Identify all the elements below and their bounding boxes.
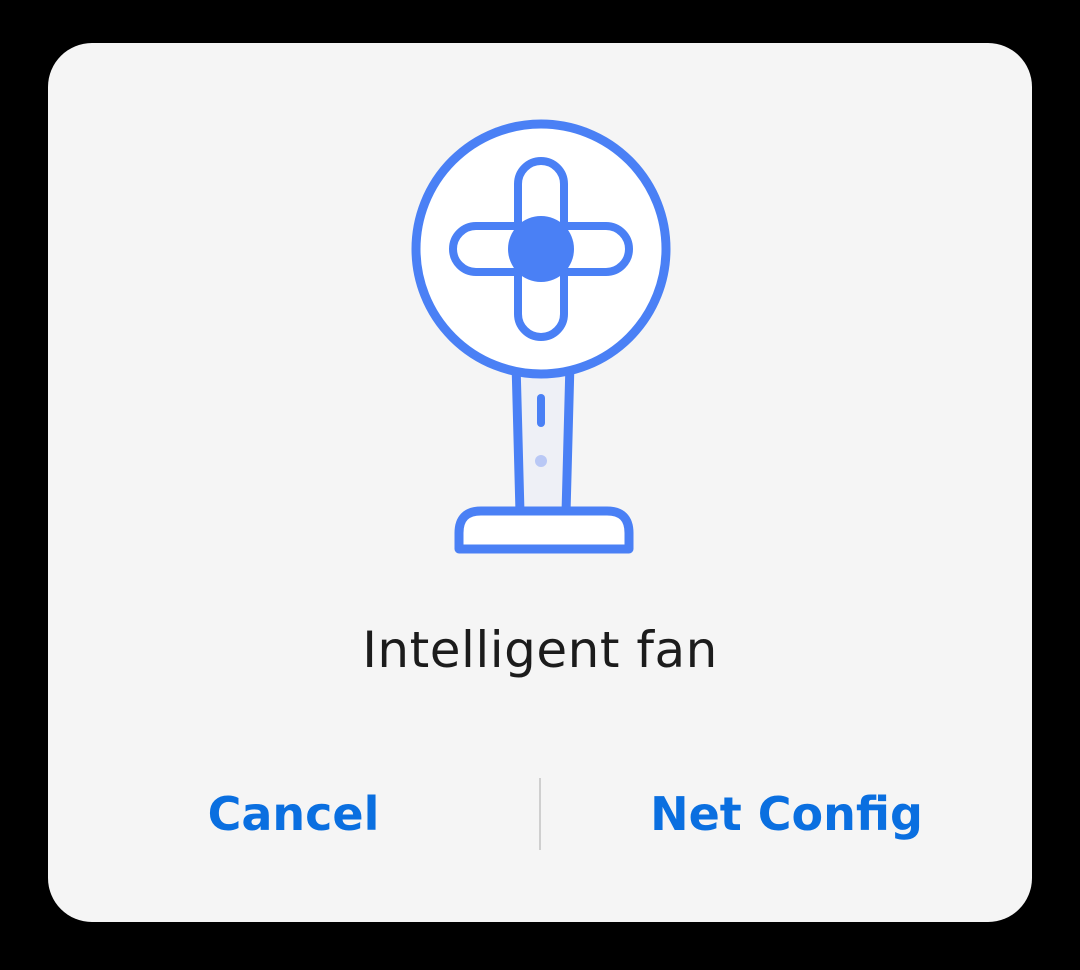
net-config-button[interactable]: Net Config [541,778,1032,850]
cancel-button[interactable]: Cancel [48,778,539,850]
dialog-actions: Cancel Net Config [48,778,1032,850]
device-dialog: Intelligent fan Cancel Net Config [48,43,1032,922]
standing-fan-icon [411,119,671,554]
device-name: Intelligent fan [362,621,718,679]
